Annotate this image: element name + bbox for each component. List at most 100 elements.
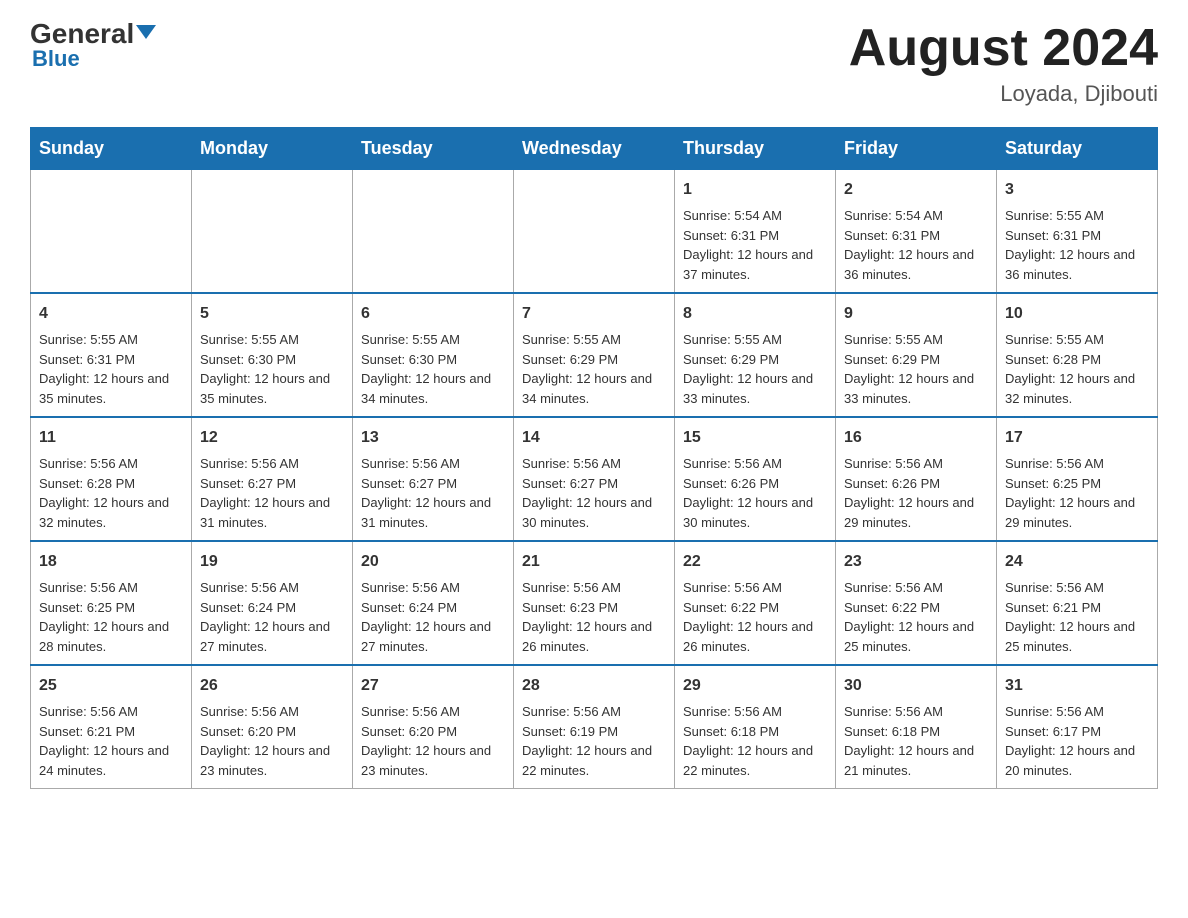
day-number: 20 (361, 550, 505, 574)
day-number: 1 (683, 178, 827, 202)
day-info: Sunrise: 5:56 AM (844, 578, 988, 598)
calendar-cell: 29Sunrise: 5:56 AMSunset: 6:18 PMDayligh… (675, 665, 836, 789)
day-info: Sunset: 6:28 PM (39, 474, 183, 494)
calendar-cell: 26Sunrise: 5:56 AMSunset: 6:20 PMDayligh… (192, 665, 353, 789)
cell-content: 18Sunrise: 5:56 AMSunset: 6:25 PMDayligh… (39, 550, 183, 656)
cell-content: 8Sunrise: 5:55 AMSunset: 6:29 PMDaylight… (683, 302, 827, 408)
day-info: Sunset: 6:20 PM (361, 722, 505, 742)
calendar-cell: 25Sunrise: 5:56 AMSunset: 6:21 PMDayligh… (31, 665, 192, 789)
day-number: 26 (200, 674, 344, 698)
day-info: Sunset: 6:22 PM (683, 598, 827, 618)
calendar-cell: 17Sunrise: 5:56 AMSunset: 6:25 PMDayligh… (997, 417, 1158, 541)
cell-content: 7Sunrise: 5:55 AMSunset: 6:29 PMDaylight… (522, 302, 666, 408)
day-info: Daylight: 12 hours and 32 minutes. (1005, 369, 1149, 408)
day-info: Sunrise: 5:56 AM (1005, 702, 1149, 722)
day-info: Sunset: 6:30 PM (361, 350, 505, 370)
day-number: 24 (1005, 550, 1149, 574)
cell-content: 12Sunrise: 5:56 AMSunset: 6:27 PMDayligh… (200, 426, 344, 532)
day-info: Sunset: 6:31 PM (39, 350, 183, 370)
calendar-cell: 8Sunrise: 5:55 AMSunset: 6:29 PMDaylight… (675, 293, 836, 417)
day-info: Sunset: 6:29 PM (522, 350, 666, 370)
calendar-cell (353, 170, 514, 294)
day-info: Sunrise: 5:56 AM (844, 454, 988, 474)
day-info: Sunrise: 5:55 AM (39, 330, 183, 350)
day-info: Daylight: 12 hours and 32 minutes. (39, 493, 183, 532)
day-info: Daylight: 12 hours and 26 minutes. (522, 617, 666, 656)
day-info: Sunset: 6:27 PM (361, 474, 505, 494)
col-wednesday: Wednesday (514, 128, 675, 170)
day-info: Daylight: 12 hours and 27 minutes. (361, 617, 505, 656)
day-info: Daylight: 12 hours and 25 minutes. (1005, 617, 1149, 656)
calendar-cell: 12Sunrise: 5:56 AMSunset: 6:27 PMDayligh… (192, 417, 353, 541)
cell-content: 28Sunrise: 5:56 AMSunset: 6:19 PMDayligh… (522, 674, 666, 780)
day-info: Daylight: 12 hours and 33 minutes. (844, 369, 988, 408)
day-info: Sunset: 6:25 PM (39, 598, 183, 618)
cell-content: 31Sunrise: 5:56 AMSunset: 6:17 PMDayligh… (1005, 674, 1149, 780)
day-info: Sunrise: 5:56 AM (1005, 454, 1149, 474)
cell-content: 30Sunrise: 5:56 AMSunset: 6:18 PMDayligh… (844, 674, 988, 780)
day-info: Daylight: 12 hours and 31 minutes. (361, 493, 505, 532)
day-number: 30 (844, 674, 988, 698)
month-title: August 2024 (849, 20, 1158, 77)
calendar-cell: 24Sunrise: 5:56 AMSunset: 6:21 PMDayligh… (997, 541, 1158, 665)
day-info: Daylight: 12 hours and 22 minutes. (522, 741, 666, 780)
calendar-cell: 23Sunrise: 5:56 AMSunset: 6:22 PMDayligh… (836, 541, 997, 665)
day-info: Sunrise: 5:56 AM (522, 578, 666, 598)
day-number: 4 (39, 302, 183, 326)
col-friday: Friday (836, 128, 997, 170)
day-info: Daylight: 12 hours and 20 minutes. (1005, 741, 1149, 780)
week-row-4: 18Sunrise: 5:56 AMSunset: 6:25 PMDayligh… (31, 541, 1158, 665)
day-info: Sunrise: 5:56 AM (522, 454, 666, 474)
day-info: Sunrise: 5:56 AM (200, 454, 344, 474)
day-number: 7 (522, 302, 666, 326)
calendar-cell: 16Sunrise: 5:56 AMSunset: 6:26 PMDayligh… (836, 417, 997, 541)
day-number: 6 (361, 302, 505, 326)
cell-content: 24Sunrise: 5:56 AMSunset: 6:21 PMDayligh… (1005, 550, 1149, 656)
day-number: 9 (844, 302, 988, 326)
day-info: Sunset: 6:24 PM (200, 598, 344, 618)
day-info: Sunset: 6:22 PM (844, 598, 988, 618)
col-saturday: Saturday (997, 128, 1158, 170)
calendar-cell: 6Sunrise: 5:55 AMSunset: 6:30 PMDaylight… (353, 293, 514, 417)
day-number: 5 (200, 302, 344, 326)
day-info: Sunrise: 5:56 AM (683, 454, 827, 474)
cell-content: 4Sunrise: 5:55 AMSunset: 6:31 PMDaylight… (39, 302, 183, 408)
day-info: Daylight: 12 hours and 23 minutes. (361, 741, 505, 780)
day-info: Daylight: 12 hours and 24 minutes. (39, 741, 183, 780)
day-info: Daylight: 12 hours and 30 minutes. (683, 493, 827, 532)
day-info: Daylight: 12 hours and 29 minutes. (1005, 493, 1149, 532)
day-info: Daylight: 12 hours and 34 minutes. (522, 369, 666, 408)
day-info: Sunset: 6:27 PM (200, 474, 344, 494)
day-info: Daylight: 12 hours and 34 minutes. (361, 369, 505, 408)
cell-content: 1Sunrise: 5:54 AMSunset: 6:31 PMDaylight… (683, 178, 827, 284)
cell-content: 15Sunrise: 5:56 AMSunset: 6:26 PMDayligh… (683, 426, 827, 532)
day-info: Sunrise: 5:56 AM (39, 454, 183, 474)
cell-content: 9Sunrise: 5:55 AMSunset: 6:29 PMDaylight… (844, 302, 988, 408)
cell-content: 22Sunrise: 5:56 AMSunset: 6:22 PMDayligh… (683, 550, 827, 656)
week-row-3: 11Sunrise: 5:56 AMSunset: 6:28 PMDayligh… (31, 417, 1158, 541)
day-info: Sunrise: 5:56 AM (361, 454, 505, 474)
day-info: Sunrise: 5:56 AM (39, 702, 183, 722)
day-info: Sunrise: 5:56 AM (361, 702, 505, 722)
day-number: 13 (361, 426, 505, 450)
calendar-cell: 2Sunrise: 5:54 AMSunset: 6:31 PMDaylight… (836, 170, 997, 294)
day-info: Sunset: 6:18 PM (844, 722, 988, 742)
day-number: 16 (844, 426, 988, 450)
day-info: Sunset: 6:31 PM (1005, 226, 1149, 246)
calendar-cell: 14Sunrise: 5:56 AMSunset: 6:27 PMDayligh… (514, 417, 675, 541)
day-info: Sunrise: 5:56 AM (200, 578, 344, 598)
calendar-header-row: Sunday Monday Tuesday Wednesday Thursday… (31, 128, 1158, 170)
cell-content: 29Sunrise: 5:56 AMSunset: 6:18 PMDayligh… (683, 674, 827, 780)
day-info: Sunset: 6:17 PM (1005, 722, 1149, 742)
day-info: Sunrise: 5:56 AM (522, 702, 666, 722)
calendar-table: Sunday Monday Tuesday Wednesday Thursday… (30, 127, 1158, 789)
calendar-cell (192, 170, 353, 294)
col-thursday: Thursday (675, 128, 836, 170)
calendar-cell (31, 170, 192, 294)
calendar-cell: 20Sunrise: 5:56 AMSunset: 6:24 PMDayligh… (353, 541, 514, 665)
day-info: Sunrise: 5:55 AM (200, 330, 344, 350)
day-info: Daylight: 12 hours and 30 minutes. (522, 493, 666, 532)
day-info: Sunset: 6:29 PM (844, 350, 988, 370)
day-info: Sunset: 6:29 PM (683, 350, 827, 370)
calendar-cell: 15Sunrise: 5:56 AMSunset: 6:26 PMDayligh… (675, 417, 836, 541)
